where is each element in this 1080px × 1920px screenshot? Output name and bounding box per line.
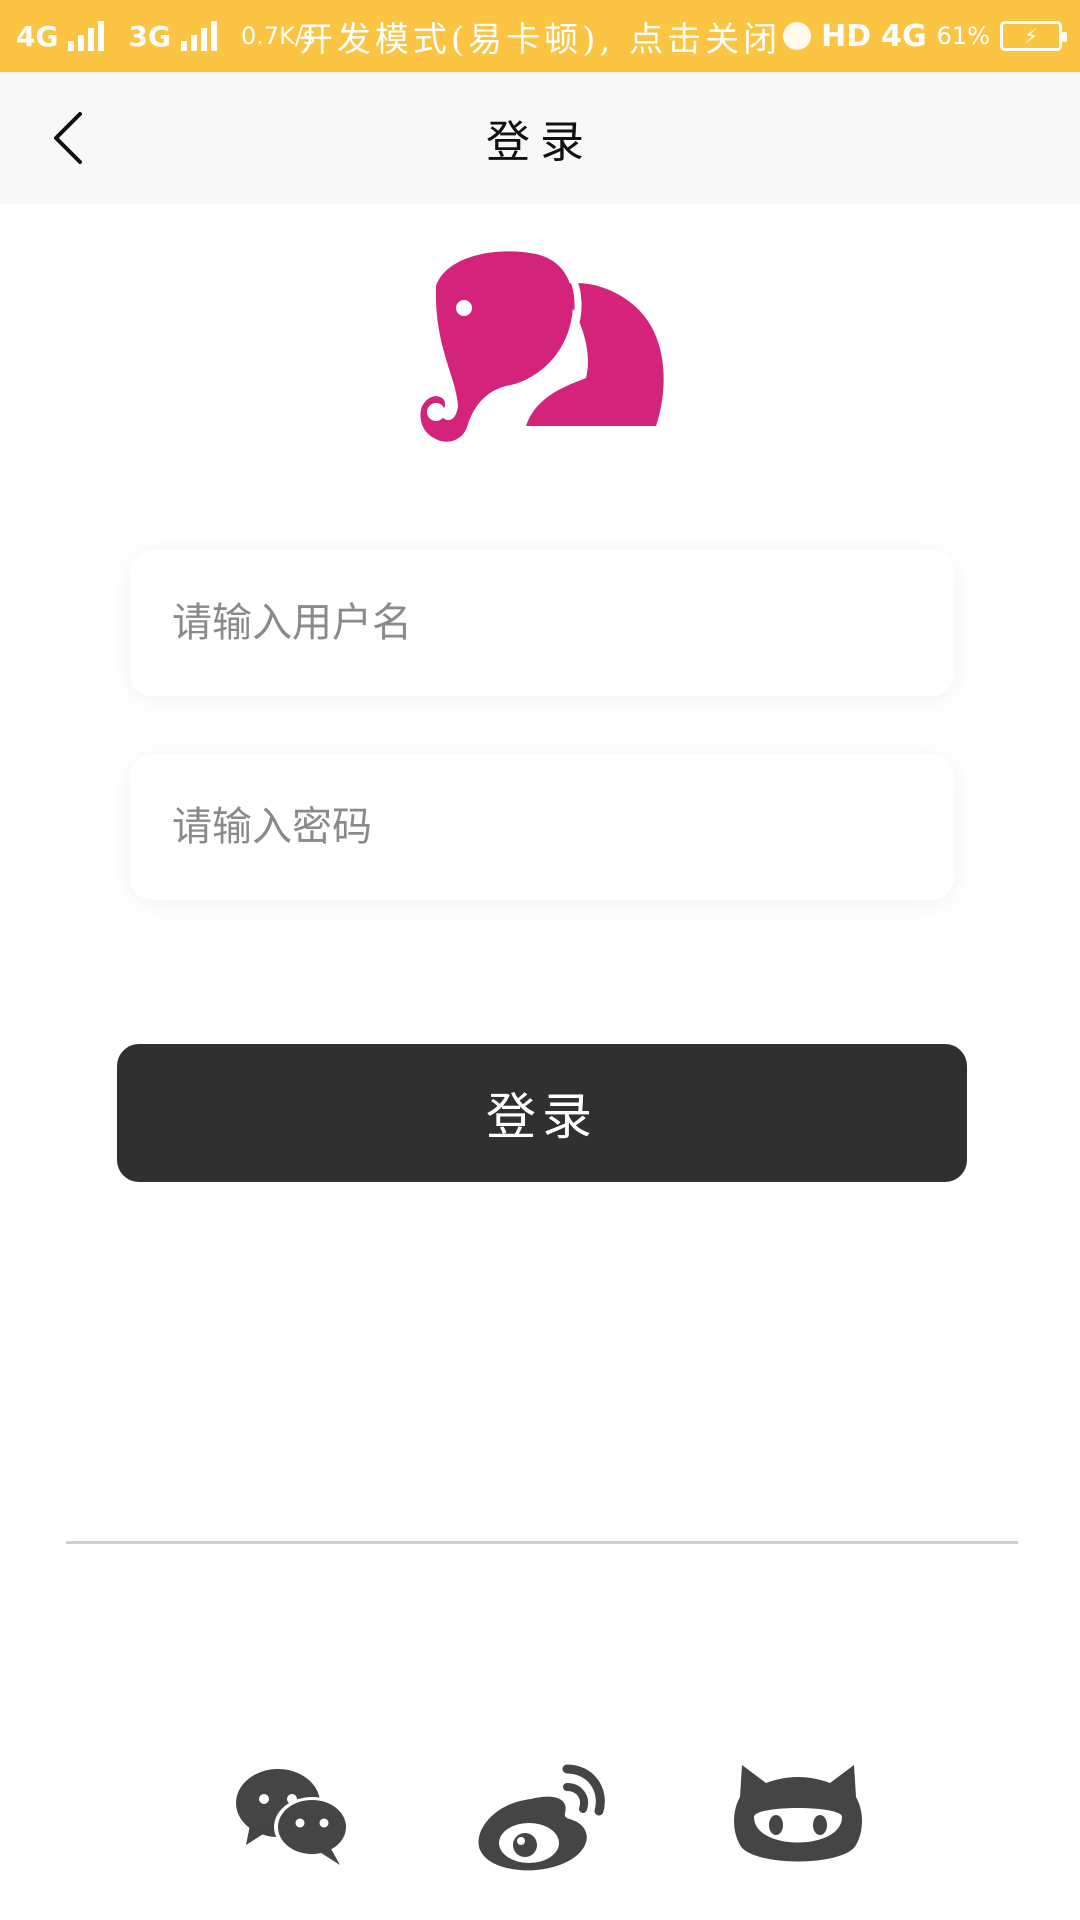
alarm-icon <box>783 22 812 50</box>
battery-percent: 61% <box>936 22 990 50</box>
divider <box>66 1541 1018 1544</box>
page-title: 登录 <box>486 117 594 168</box>
username-field[interactable] <box>130 550 954 696</box>
password-input[interactable] <box>130 754 954 900</box>
weibo-icon <box>478 1764 605 1871</box>
wechat-login-button[interactable] <box>222 1752 366 1882</box>
password-field[interactable] <box>130 754 954 900</box>
weibo-login-button[interactable] <box>470 1752 614 1882</box>
wechat-icon <box>236 1769 350 1865</box>
username-input[interactable] <box>130 550 954 696</box>
hd-indicator: HD <box>821 18 872 54</box>
github-login-button[interactable] <box>726 1752 870 1882</box>
status-bar: 4G 3G 0.7K/s 开发模式(易卡顿), 点击关闭 HD 4G 61% ⚡ <box>0 0 1080 72</box>
login-button[interactable]: 登录 <box>117 1044 967 1182</box>
status-right: HD 4G 61% ⚡ <box>783 0 1067 72</box>
battery-charging-icon: ⚡ <box>1000 21 1067 51</box>
login-screen: 4G 3G 0.7K/s 开发模式(易卡顿), 点击关闭 HD 4G 61% ⚡… <box>0 0 1080 1920</box>
network-type-3: 4G <box>881 18 927 54</box>
elephant-logo <box>420 251 664 442</box>
github-icon <box>734 1765 862 1862</box>
nav-bar: 登录 <box>0 72 1080 204</box>
